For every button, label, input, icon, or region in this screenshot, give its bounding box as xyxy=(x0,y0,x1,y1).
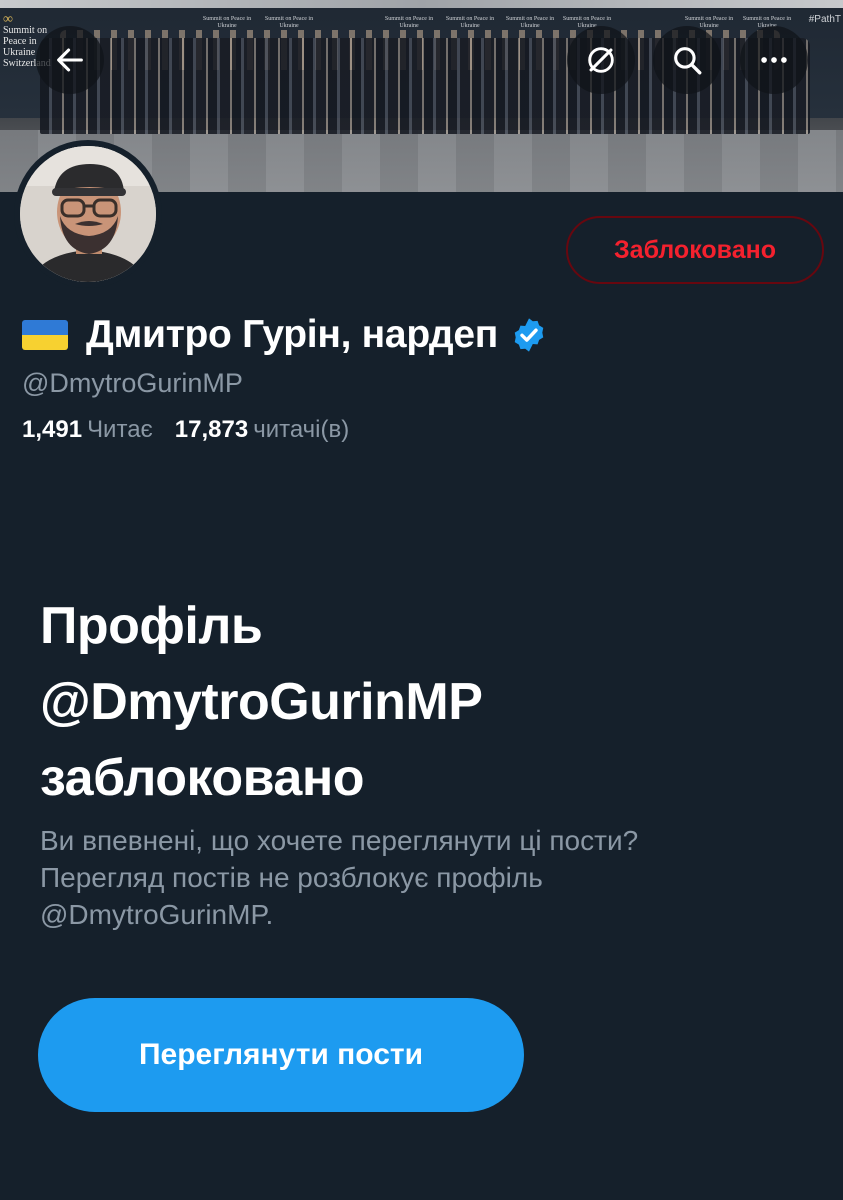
avatar-photo xyxy=(20,146,156,282)
search-icon xyxy=(674,47,702,75)
blocked-title-line: @DmytroGurinMP xyxy=(40,673,483,731)
blocked-desc-line: Перегляд постів не розблокує профіль xyxy=(40,862,543,893)
blocked-title-line: заблоковано xyxy=(40,749,365,807)
summit-rings-icon: ∞ xyxy=(3,12,13,27)
following-label: Читає xyxy=(87,416,153,443)
blocked-title: Профіль @DmytroGurinMP заблоковано xyxy=(40,588,800,816)
blocked-description: Ви впевнені, що хочете переглянути ці по… xyxy=(40,822,800,933)
profile-avatar[interactable] xyxy=(14,140,162,288)
follow-stats: 1,491 Читає 17,873 читачі(в) xyxy=(22,416,349,444)
arrow-left-icon xyxy=(57,48,83,72)
slash-circle-icon xyxy=(588,47,614,73)
more-dots-icon xyxy=(761,57,787,63)
following-count: 1,491 xyxy=(22,416,83,443)
followers-label: читачі(в) xyxy=(253,416,350,443)
blocked-title-line: Профіль xyxy=(40,597,263,655)
verified-badge-icon xyxy=(514,318,544,352)
followers-count: 17,873 xyxy=(174,416,249,443)
search-button[interactable] xyxy=(653,26,721,94)
summit-sign: Summit on Peace in Ukraine xyxy=(384,16,434,29)
blocked-button[interactable]: Заблоковано xyxy=(566,216,824,284)
profile-name-row: Дмитро Гурін, нардеп xyxy=(22,310,548,360)
blocked-desc-line: Ви впевнені, що хочете переглянути ці по… xyxy=(40,825,639,856)
display-name: Дмитро Гурін, нардеп xyxy=(86,313,498,356)
grok-button[interactable] xyxy=(567,26,635,94)
profile-handle: @DmytroGurinMP xyxy=(22,368,243,398)
banner-top-strip xyxy=(0,0,843,8)
ukraine-flag-icon xyxy=(22,320,68,350)
banner-hashtag: #PathT xyxy=(808,14,841,25)
summit-sign: Summit on Peace in Ukraine xyxy=(264,16,314,29)
back-button[interactable] xyxy=(36,26,104,94)
summit-sign: Summit on Peace in Ukraine xyxy=(202,16,252,29)
more-button[interactable] xyxy=(740,26,808,94)
summit-sign: Summit on Peace in Ukraine xyxy=(445,16,495,29)
view-posts-button[interactable]: Переглянути пости xyxy=(38,998,524,1112)
followers-link[interactable]: 17,873 читачі(в) xyxy=(175,416,349,444)
summit-sign: Summit on Peace in Ukraine xyxy=(505,16,555,29)
blocked-desc-line: @DmytroGurinMP. xyxy=(40,899,274,930)
following-link[interactable]: 1,491 Читає xyxy=(22,416,153,444)
avatar-portrait xyxy=(20,146,156,282)
